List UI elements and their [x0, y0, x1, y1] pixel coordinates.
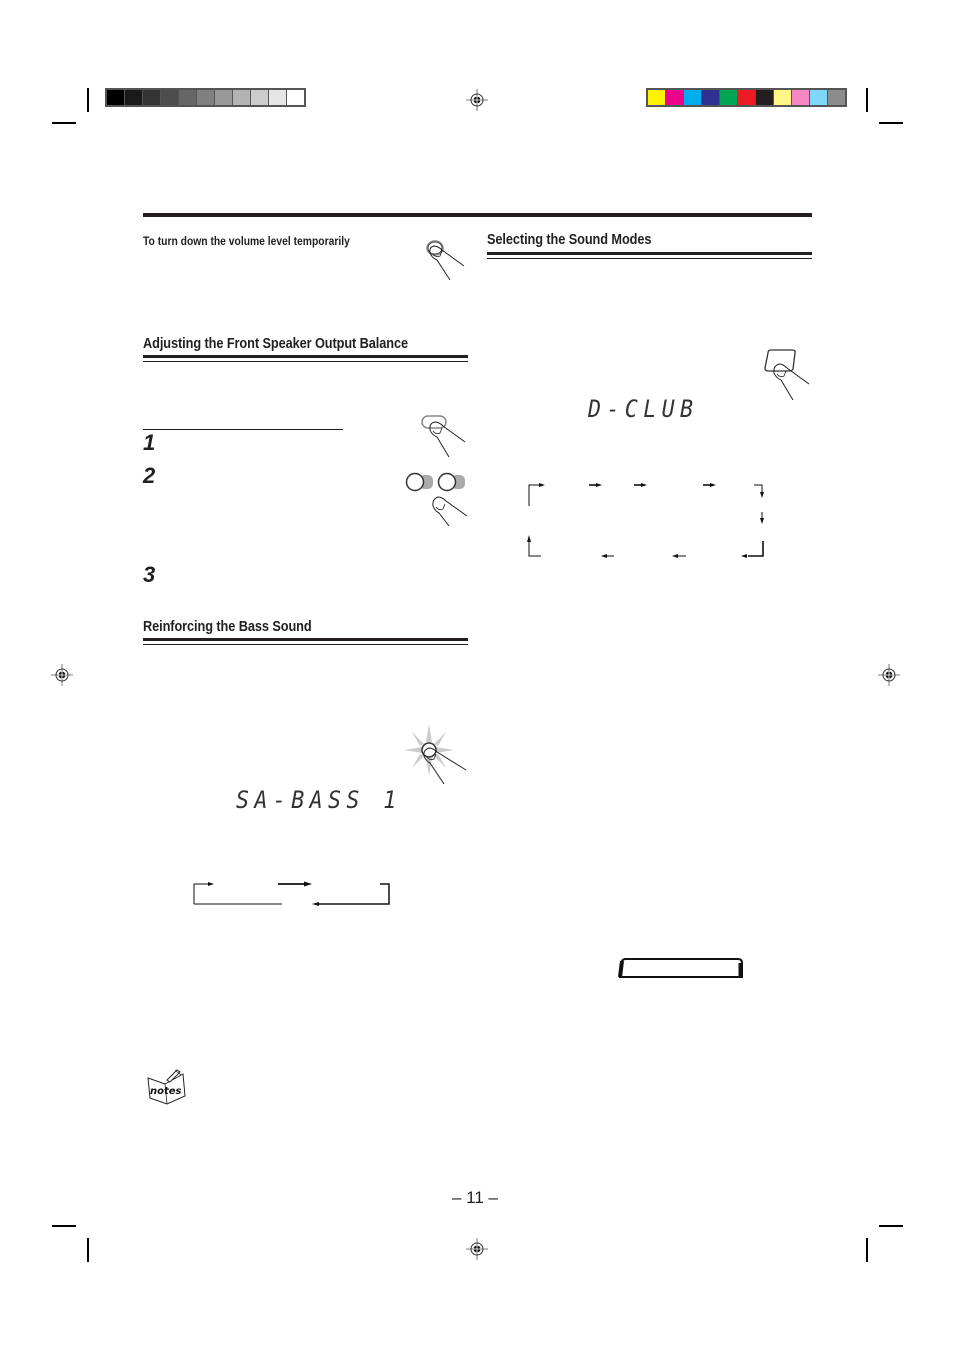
color-swatch	[179, 90, 196, 105]
color-calibration-bar	[646, 88, 847, 107]
color-swatch	[774, 90, 791, 105]
crop-mark	[52, 1225, 76, 1227]
crop-mark	[866, 1238, 868, 1262]
color-swatch	[197, 90, 214, 105]
step-number: 1	[143, 430, 156, 455]
color-swatch	[684, 90, 701, 105]
crop-mark	[879, 1225, 903, 1227]
heading-rule	[143, 638, 468, 641]
color-swatch	[792, 90, 809, 105]
mute-subheading: To turn down the volume level temporaril…	[143, 234, 350, 248]
color-swatch	[287, 90, 304, 105]
step-number: 3	[143, 562, 156, 587]
bass-display-readout: SA-BASS 1	[236, 786, 402, 814]
page-number: – 11 –	[452, 1188, 499, 1207]
heading-rule-thin	[143, 644, 468, 645]
heading-rule-thin	[143, 361, 468, 362]
color-swatch	[251, 90, 268, 105]
registration-mark-icon	[466, 1238, 488, 1260]
crop-mark	[879, 122, 903, 124]
color-swatch	[233, 90, 250, 105]
crop-mark	[52, 122, 76, 124]
color-swatch	[702, 90, 719, 105]
color-swatch	[215, 90, 232, 105]
divider	[143, 429, 343, 430]
top-page-rule	[143, 213, 812, 217]
color-swatch	[269, 90, 286, 105]
color-swatch	[828, 90, 845, 105]
sound-modes-heading: Selecting the Sound Modes	[487, 232, 652, 248]
display-panel-frame-icon	[618, 958, 743, 978]
sound-mode-cycle-diagram	[527, 483, 764, 558]
balance-heading: Adjusting the Front Speaker Output Balan…	[143, 336, 409, 352]
notes-label: notes	[150, 1086, 182, 1097]
crop-mark	[87, 1238, 89, 1262]
finger-press-button-icon[interactable]	[418, 412, 468, 460]
finger-press-square-button-icon[interactable]	[762, 347, 812, 402]
heading-rule	[487, 252, 812, 255]
finger-press-two-buttons-icon[interactable]	[403, 470, 471, 527]
sound-mode-display-readout: D-CLUB	[588, 395, 699, 423]
crop-mark	[866, 88, 868, 112]
registration-mark-icon	[878, 664, 900, 686]
registration-mark-icon	[466, 89, 488, 111]
finger-press-button-icon[interactable]	[418, 234, 468, 282]
color-swatch	[107, 90, 124, 105]
registration-mark-icon	[51, 664, 73, 686]
crop-mark	[87, 88, 89, 112]
color-swatch	[125, 90, 142, 105]
heading-rule-thin	[487, 258, 812, 259]
bass-mode-cycle-diagram	[193, 881, 390, 906]
color-swatch	[161, 90, 178, 105]
color-swatch	[810, 90, 827, 105]
color-swatch	[648, 90, 665, 105]
bass-heading: Reinforcing the Bass Sound	[143, 619, 312, 635]
color-swatch	[666, 90, 683, 105]
step-number: 2	[143, 463, 156, 488]
color-swatch	[143, 90, 160, 105]
grayscale-calibration-bar	[105, 88, 306, 107]
heading-rule	[143, 355, 468, 358]
color-swatch	[738, 90, 755, 105]
color-swatch	[720, 90, 737, 105]
notes-book-icon: notes	[147, 1069, 186, 1105]
finger-press-lit-button-icon[interactable]	[404, 724, 470, 786]
color-swatch	[756, 90, 773, 105]
